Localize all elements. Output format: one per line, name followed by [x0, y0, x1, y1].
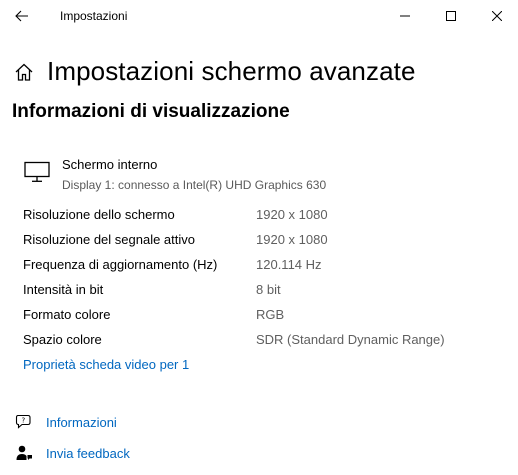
- maximize-button[interactable]: [428, 0, 474, 32]
- display-name: Schermo interno: [62, 157, 158, 172]
- property-label: Spazio colore: [23, 332, 102, 347]
- property-label: Risoluzione dello schermo: [23, 207, 175, 222]
- property-value: 1920 x 1080: [256, 207, 328, 222]
- property-label: Frequenza di aggiornamento (Hz): [23, 257, 218, 272]
- back-button[interactable]: [6, 2, 38, 30]
- svg-text:?: ?: [21, 417, 25, 425]
- page-title: Impostazioni schermo avanzate: [47, 56, 416, 86]
- window-title: Impostazioni: [60, 9, 128, 23]
- property-label: Risoluzione del segnale attivo: [23, 232, 195, 247]
- property-value: SDR (Standard Dynamic Range): [256, 332, 445, 347]
- display-properties: Risoluzione dello schermo 1920 x 1080 Ri…: [23, 207, 503, 357]
- property-value: 8 bit: [256, 282, 281, 297]
- minimize-icon: [400, 15, 410, 17]
- display-description: Display 1: connesso a Intel(R) UHD Graph…: [62, 178, 327, 192]
- back-arrow-icon: [15, 10, 28, 22]
- minimize-button[interactable]: [382, 0, 428, 32]
- maximize-icon: [446, 11, 456, 21]
- feedback-link[interactable]: Invia feedback: [14, 444, 130, 462]
- property-label: Formato colore: [23, 307, 111, 322]
- property-row: Spazio colore SDR (Standard Dynamic Rang…: [23, 332, 503, 357]
- close-icon: [492, 11, 502, 21]
- info-link-label[interactable]: Informazioni: [46, 415, 117, 430]
- page-header: Impostazioni schermo avanzate: [14, 56, 416, 87]
- property-row: Intensità in bit 8 bit: [23, 282, 503, 307]
- property-row: Risoluzione del segnale attivo 1920 x 10…: [23, 232, 503, 257]
- title-bar: Impostazioni: [0, 0, 518, 32]
- property-row: Frequenza di aggiornamento (Hz) 120.114 …: [23, 257, 503, 282]
- section-title: Informazioni di visualizzazione: [12, 101, 290, 122]
- chat-help-icon: ?: [14, 413, 34, 431]
- property-row: Formato colore RGB: [23, 307, 503, 332]
- property-value: 1920 x 1080: [256, 232, 328, 247]
- property-value: 120.114 Hz: [256, 257, 322, 272]
- adapter-properties-link[interactable]: Proprietà scheda video per 1: [23, 357, 189, 372]
- monitor-icon: [24, 161, 50, 182]
- info-link[interactable]: ? Informazioni: [14, 413, 117, 431]
- feedback-link-label[interactable]: Invia feedback: [46, 446, 130, 461]
- property-label: Intensità in bit: [23, 282, 104, 297]
- close-button[interactable]: [474, 0, 518, 32]
- feedback-person-icon: [14, 444, 34, 462]
- display-info: Schermo interno Display 1: connesso a In…: [24, 157, 494, 197]
- property-row: Risoluzione dello schermo 1920 x 1080: [23, 207, 503, 232]
- home-icon[interactable]: [14, 61, 36, 83]
- property-value: RGB: [256, 307, 285, 322]
